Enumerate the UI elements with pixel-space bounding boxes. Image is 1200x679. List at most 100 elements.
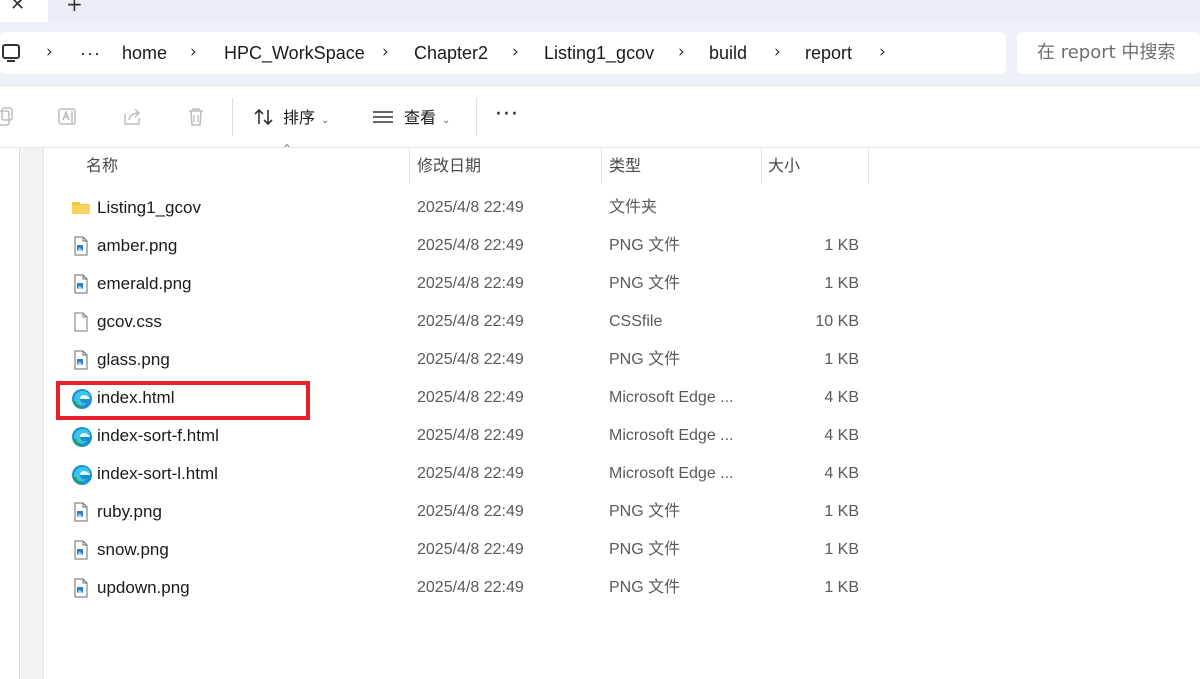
file-type: PNG 文件: [609, 351, 681, 368]
file-size: 4 KB: [824, 427, 859, 444]
file-modified-date: 2025/4/8 22:49: [417, 427, 524, 444]
chevron-right-icon[interactable]: ›: [382, 32, 389, 74]
chevron-right-icon[interactable]: ›: [678, 32, 685, 74]
column-divider[interactable]: [601, 148, 602, 184]
file-name: glass.png: [97, 350, 170, 369]
chevron-down-icon: ⌄: [442, 115, 451, 126]
view-button[interactable]: 查看 ⌄: [372, 104, 450, 132]
file-size: 1 KB: [824, 237, 859, 254]
breadcrumb-listing1-gcov[interactable]: Listing1_gcov: [544, 32, 654, 74]
file-type: PNG 文件: [609, 579, 681, 596]
highlight-box: [56, 381, 310, 420]
file-type: PNG 文件: [609, 237, 681, 254]
breadcrumb-overflow[interactable]: ···: [80, 32, 101, 74]
file-modified-date: 2025/4/8 22:49: [417, 541, 524, 558]
navigation-pane-edge: [0, 148, 20, 679]
sort-button[interactable]: 排序 ⌄: [253, 104, 329, 132]
file-modified-date: 2025/4/8 22:49: [417, 579, 524, 596]
file-size: 1 KB: [824, 275, 859, 292]
file-size: 1 KB: [824, 503, 859, 520]
file-modified-date: 2025/4/8 22:49: [417, 313, 524, 330]
file-type: Microsoft Edge ...: [609, 389, 734, 406]
file-name: gcov.css: [97, 312, 162, 331]
png-file-icon: [71, 236, 91, 256]
new-tab-icon[interactable]: +: [66, 0, 83, 16]
file-modified-date: 2025/4/8 22:49: [417, 503, 524, 520]
file-type: 文件夹: [609, 199, 658, 216]
chevron-right-icon[interactable]: ›: [190, 32, 197, 74]
file-row[interactable]: updown.png 2025/4/8 22:49 PNG 文件 1 KB: [44, 569, 1200, 607]
file-size: 10 KB: [815, 313, 859, 330]
chevron-right-icon[interactable]: ›: [512, 32, 519, 74]
browser-tab[interactable]: ✕: [0, 0, 48, 22]
chevron-down-icon: ⌄: [321, 115, 330, 126]
file-modified-date: 2025/4/8 22:49: [417, 275, 524, 292]
copy-icon[interactable]: [0, 106, 16, 128]
navigation-pane[interactable]: [20, 148, 44, 679]
file-row[interactable]: index-sort-l.html 2025/4/8 22:49 Microsoft…: [44, 455, 1200, 493]
file-modified-date: 2025/4/8 22:49: [417, 199, 524, 216]
file-row[interactable]: gcov.css 2025/4/8 22:49 CSSfile 10 KB: [44, 303, 1200, 341]
png-file-icon: [71, 274, 91, 294]
file-size: 1 KB: [824, 541, 859, 558]
file-type: Microsoft Edge ...: [609, 427, 734, 444]
more-options-button[interactable]: ···: [495, 102, 519, 127]
toolbar-divider: [476, 98, 477, 136]
view-label: 查看: [404, 108, 437, 127]
file-size: 1 KB: [824, 579, 859, 596]
command-bar: 排序 ⌄ 查看 ⌄ ···: [0, 86, 1200, 148]
file-row[interactable]: index-sort-f.html 2025/4/8 22:49 Microsoft…: [44, 417, 1200, 455]
file-row[interactable]: ruby.png 2025/4/8 22:49 PNG 文件 1 KB: [44, 493, 1200, 531]
file-row[interactable]: snow.png 2025/4/8 22:49 PNG 文件 1 KB: [44, 531, 1200, 569]
breadcrumb-chapter2[interactable]: Chapter2: [414, 32, 488, 74]
file-name: index-sort-f.html: [97, 426, 219, 445]
png-file-icon: [71, 502, 91, 522]
breadcrumb-home[interactable]: home: [122, 32, 167, 74]
file-size: 4 KB: [824, 465, 859, 482]
breadcrumb[interactable]: › ··· home › HPC_WorkSpace › Chapter2 › …: [0, 32, 1006, 74]
png-file-icon: [71, 350, 91, 370]
column-size-header[interactable]: 大小: [762, 148, 800, 184]
sort-label: 排序: [283, 108, 316, 127]
search-input[interactable]: 在 report 中搜索: [1017, 32, 1200, 74]
file-modified-date: 2025/4/8 22:49: [417, 465, 524, 482]
file-name: amber.png: [97, 236, 178, 255]
rename-icon[interactable]: [57, 106, 79, 128]
share-icon[interactable]: [121, 106, 143, 128]
address-bar-area: › ··· home › HPC_WorkSpace › Chapter2 › …: [0, 22, 1200, 86]
sort-ascending-icon: ⌃: [282, 142, 293, 156]
file-name: snow.png: [97, 540, 169, 559]
file-type: PNG 文件: [609, 275, 681, 292]
breadcrumb-report[interactable]: report: [805, 32, 852, 74]
edge-icon: [71, 426, 92, 447]
file-size: 4 KB: [824, 389, 859, 406]
this-pc-icon[interactable]: [2, 44, 20, 62]
chevron-right-icon[interactable]: ›: [879, 32, 886, 74]
file-row[interactable]: glass.png 2025/4/8 22:49 PNG 文件 1 KB: [44, 341, 1200, 379]
column-header: ⌃ 名称 修改日期 类型 大小: [44, 142, 1200, 186]
delete-icon[interactable]: [185, 106, 207, 128]
file-row[interactable]: emerald.png 2025/4/8 22:49 PNG 文件 1 KB: [44, 265, 1200, 303]
toolbar-divider: [232, 98, 233, 136]
column-date-header[interactable]: 修改日期: [411, 148, 481, 184]
breadcrumb-hpc-workspace[interactable]: HPC_WorkSpace: [224, 32, 365, 74]
png-file-icon: [71, 540, 91, 560]
file-modified-date: 2025/4/8 22:49: [417, 237, 524, 254]
breadcrumb-build[interactable]: build: [709, 32, 747, 74]
file-type: Microsoft Edge ...: [609, 465, 734, 482]
column-divider[interactable]: [868, 148, 869, 184]
file-name: Listing1_gcov: [97, 198, 201, 217]
file-row[interactable]: Listing1_gcov 2025/4/8 22:49 文件夹: [44, 189, 1200, 227]
file-name: index-sort-l.html: [97, 464, 218, 483]
chevron-right-icon[interactable]: ›: [46, 32, 53, 74]
file-name: ruby.png: [97, 502, 162, 521]
file-row[interactable]: amber.png 2025/4/8 22:49 PNG 文件 1 KB: [44, 227, 1200, 265]
png-file-icon: [71, 578, 91, 598]
list-view-icon: [373, 111, 393, 123]
sort-icon: [254, 108, 273, 126]
column-name-header[interactable]: 名称: [80, 148, 118, 184]
close-tab-icon[interactable]: ✕: [10, 0, 25, 15]
column-divider[interactable]: [409, 148, 410, 184]
column-type-header[interactable]: 类型: [603, 148, 641, 184]
chevron-right-icon[interactable]: ›: [774, 32, 781, 74]
